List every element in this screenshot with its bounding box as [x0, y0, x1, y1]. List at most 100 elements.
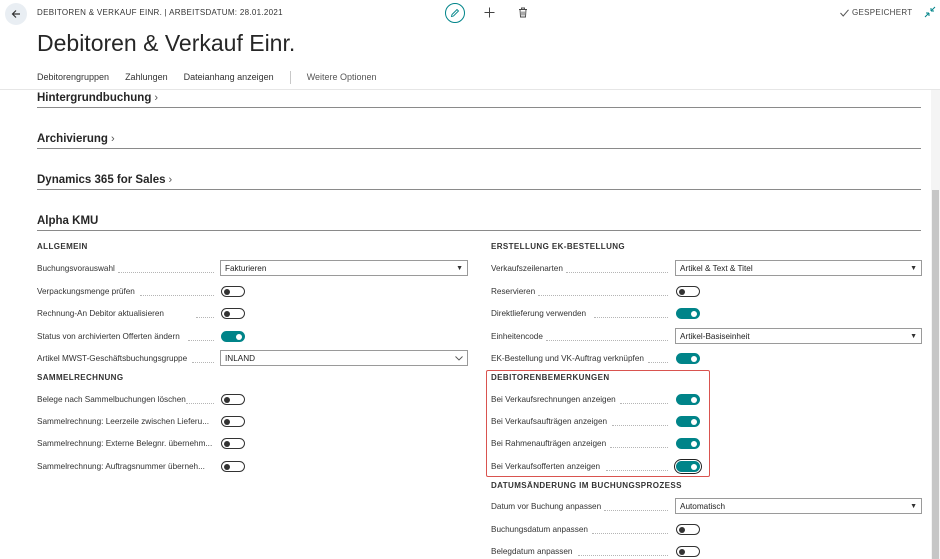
highlight-annotation: [486, 370, 710, 477]
group-header-datumsaenderung: DATUMSÄNDERUNG IM BUCHUNGSPROZESS: [491, 481, 682, 490]
plus-icon: [484, 7, 494, 17]
field-label-auftragsnummer: Sammelrechnung: Auftragsnummer überneh..…: [37, 462, 205, 471]
toggle-rechnung-an[interactable]: [221, 308, 245, 319]
context-title: DEBITOREN & VERKAUF EINR. | ARBEITSDATUM…: [37, 8, 283, 17]
pencil-icon: [450, 8, 460, 18]
saved-status: GESPEICHERT: [840, 8, 913, 17]
chevron-down-icon: [455, 356, 463, 361]
select-value: Artikel & Text & Titel: [680, 263, 753, 273]
check-icon: [840, 8, 849, 17]
field-label-belegdatum: Belegdatum anpassen: [491, 547, 573, 556]
dotted-leader: [196, 317, 214, 318]
field-label-einheitencode: Einheitencode: [491, 332, 543, 341]
group-header-allgemein: ALLGEMEIN: [37, 242, 88, 251]
saved-label: GESPEICHERT: [852, 8, 913, 17]
dotted-leader: [186, 403, 214, 404]
toggle-direktlieferung[interactable]: [676, 308, 700, 319]
dotted-leader: [578, 555, 668, 556]
toggle-belegdatum[interactable]: [676, 546, 700, 557]
toggle-auftragsnummer[interactable]: [221, 461, 245, 472]
toggle-knob: [224, 418, 230, 425]
chevron-right-icon: ›: [154, 92, 159, 104]
caret-down-icon: ▼: [910, 265, 917, 272]
toggle-knob: [235, 333, 242, 340]
delete-button[interactable]: [515, 4, 531, 20]
toggle-belege-loeschen[interactable]: [221, 394, 245, 405]
toggle-knob: [224, 463, 230, 470]
toggle-reservieren[interactable]: [676, 286, 700, 297]
new-button[interactable]: [481, 4, 497, 20]
dotted-leader: [188, 340, 214, 341]
select-value: Artikel-Basiseinheit: [680, 331, 750, 341]
action-zahlungen[interactable]: Zahlungen: [125, 72, 168, 82]
toggle-ek-vk-verknuepfen[interactable]: [676, 353, 700, 364]
dotted-leader: [592, 533, 668, 534]
field-label-datum-vor-buchung: Datum vor Buchung anpassen: [491, 502, 602, 511]
trash-icon: [519, 7, 527, 17]
fasttab-title: Dynamics 365 for Sales: [37, 174, 166, 186]
select-datum-vor-buchung[interactable]: Automatisch ▼: [675, 498, 922, 514]
scrollbar-thumb[interactable]: [932, 190, 939, 559]
fasttab-alpha-kmu[interactable]: Alpha KMU: [37, 215, 921, 231]
dotted-leader: [648, 362, 668, 363]
toggle-status-archiv[interactable]: [221, 331, 245, 342]
caret-down-icon: ▼: [910, 333, 917, 340]
back-button[interactable]: [5, 3, 27, 25]
group-header-ek-bestellung: ERSTELLUNG EK-BESTELLUNG: [491, 242, 626, 251]
divider: [0, 89, 940, 90]
toggle-knob: [679, 288, 685, 295]
fasttab-hintergrundbuchung[interactable]: Hintergrundbuchung ›: [37, 92, 921, 108]
dotted-leader: [140, 295, 214, 296]
chevron-right-icon: ›: [110, 133, 115, 145]
action-more-options[interactable]: Weitere Optionen: [307, 72, 377, 82]
fasttab-archivierung[interactable]: Archivierung ›: [37, 133, 921, 149]
fasttab-title: Alpha KMU: [37, 215, 99, 227]
toggle-knob: [224, 440, 230, 447]
caret-down-icon: ▼: [910, 503, 917, 510]
fasttab-dynamics-365[interactable]: Dynamics 365 for Sales ›: [37, 174, 921, 190]
toggle-knob: [690, 310, 697, 317]
field-label-leerzeile: Sammelrechnung: Leerzeile zwischen Liefe…: [37, 417, 210, 426]
toggle-externe-belegnr[interactable]: [221, 438, 245, 449]
dotted-leader: [594, 317, 668, 318]
edit-button[interactable]: [445, 3, 465, 23]
select-mwst[interactable]: INLAND: [220, 350, 468, 366]
dotted-leader: [192, 362, 214, 363]
fasttab-title: Hintergrundbuchung: [37, 92, 152, 104]
dotted-leader: [566, 272, 668, 273]
select-verkaufszeilenarten[interactable]: Artikel & Text & Titel ▼: [675, 260, 922, 276]
page-title: Debitoren & Verkauf Einr.: [37, 30, 296, 56]
toggle-knob: [679, 526, 685, 533]
select-value: INLAND: [225, 353, 256, 363]
field-label-direktlieferung: Direktlieferung verwenden: [491, 309, 587, 318]
fasttab-title: Archivierung: [37, 133, 108, 145]
toggle-verpackungsmenge[interactable]: [221, 286, 245, 297]
action-bar: Debitorengruppen Zahlungen Dateianhang a…: [37, 70, 377, 84]
toggle-knob: [679, 548, 685, 555]
dotted-leader: [538, 295, 668, 296]
field-label-externe-belegnr: Sammelrechnung: Externe Belegnr. überneh…: [37, 439, 213, 448]
toggle-leerzeile[interactable]: [221, 416, 245, 427]
dotted-leader: [546, 340, 668, 341]
select-buchungsvorauswahl[interactable]: Fakturieren ▼: [220, 260, 468, 276]
toggle-knob: [224, 396, 230, 403]
chevron-right-icon: ›: [168, 174, 173, 186]
arrow-left-icon: [11, 10, 20, 18]
top-bar: DEBITOREN & VERKAUF EINR. | ARBEITSDATUM…: [0, 0, 940, 26]
field-label-buchungsdatum: Buchungsdatum anpassen: [491, 525, 588, 534]
field-label-rechnung-an: Rechnung-An Debitor aktualisieren: [37, 309, 164, 318]
toggle-buchungsdatum[interactable]: [676, 524, 700, 535]
action-separator: [289, 70, 291, 84]
select-einheitencode[interactable]: Artikel-Basiseinheit ▼: [675, 328, 922, 344]
toggle-knob: [690, 355, 697, 362]
caret-down-icon: ▼: [456, 265, 463, 272]
collapse-icon[interactable]: [924, 6, 936, 18]
toggle-knob: [224, 288, 230, 295]
field-label-ek-vk-verknuepfen: EK-Bestellung und VK-Auftrag verknüpfen: [491, 354, 644, 363]
dotted-leader: [604, 510, 668, 511]
select-value: Fakturieren: [225, 263, 267, 273]
action-dateianhang[interactable]: Dateianhang anzeigen: [184, 72, 274, 82]
action-debitorengruppen[interactable]: Debitorengruppen: [37, 72, 109, 82]
field-label-mwst: Artikel MWST-Geschäftsbuchungsgruppe: [37, 354, 188, 363]
group-header-sammelrechnung: SAMMELRECHNUNG: [37, 373, 124, 382]
